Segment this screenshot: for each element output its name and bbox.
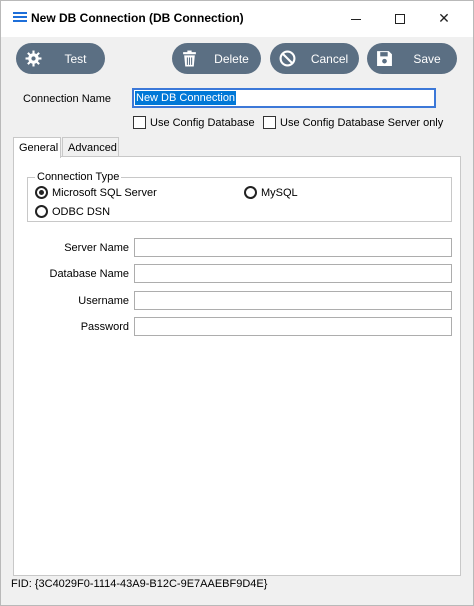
connection-type-title: Connection Type xyxy=(35,171,122,183)
delete-button-label: Delete xyxy=(214,52,249,66)
radio-odbc-dsn[interactable] xyxy=(35,205,48,218)
delete-button[interactable]: Delete xyxy=(172,43,261,74)
cancel-button[interactable]: Cancel xyxy=(270,43,359,74)
connection-name-label: Connection Name xyxy=(23,93,112,105)
radio-mssql[interactable] xyxy=(35,186,48,199)
tab-advanced[interactable]: Advanced xyxy=(62,137,119,157)
maximize-button[interactable] xyxy=(383,7,417,31)
connection-name-input[interactable]: New DB Connection xyxy=(132,88,436,108)
trash-icon xyxy=(183,50,196,67)
cancel-circle-icon xyxy=(279,50,296,67)
minimize-icon xyxy=(351,18,361,20)
radio-mysql-label[interactable]: MySQL xyxy=(261,187,298,199)
radio-mysql[interactable] xyxy=(244,186,257,199)
fid-status-text: FID: {3C4029F0-1114-43A9-B12C-9E7AAEBF9D… xyxy=(11,578,268,590)
password-label: Password xyxy=(80,321,129,333)
radio-odbc-dsn-label[interactable]: ODBC DSN xyxy=(52,206,110,218)
use-config-database-server-label[interactable]: Use Config Database Server only xyxy=(280,117,443,129)
floppy-disk-icon xyxy=(377,51,392,66)
menu-lines-icon xyxy=(13,12,27,24)
connection-name-value: New DB Connection xyxy=(135,91,237,105)
title-bar[interactable]: New DB Connection (DB Connection) ✕ xyxy=(1,1,473,37)
maximize-icon xyxy=(395,14,405,24)
close-button[interactable]: ✕ xyxy=(427,7,461,31)
window-title: New DB Connection (DB Connection) xyxy=(31,11,244,25)
minimize-button[interactable] xyxy=(339,7,373,31)
username-input[interactable] xyxy=(134,291,452,310)
password-input[interactable] xyxy=(134,317,452,336)
server-name-label: Server Name xyxy=(64,242,129,254)
save-button-label: Save xyxy=(413,52,441,66)
database-name-input[interactable] xyxy=(134,264,452,283)
radio-mssql-label[interactable]: Microsoft SQL Server xyxy=(52,187,157,199)
database-name-label: Database Name xyxy=(49,268,130,280)
gear-icon xyxy=(25,50,42,67)
cancel-button-label: Cancel xyxy=(310,52,349,66)
use-config-database-server-checkbox[interactable] xyxy=(263,116,276,129)
use-config-database-label[interactable]: Use Config Database xyxy=(150,117,255,129)
tab-general[interactable]: General xyxy=(13,137,61,158)
username-label: Username xyxy=(78,295,129,307)
db-connection-window: New DB Connection (DB Connection) ✕ Test xyxy=(0,0,474,606)
test-button-label: Test xyxy=(64,52,87,66)
server-name-input[interactable] xyxy=(134,238,452,257)
save-button[interactable]: Save xyxy=(367,43,457,74)
test-button[interactable]: Test xyxy=(16,43,105,74)
use-config-database-checkbox[interactable] xyxy=(133,116,146,129)
